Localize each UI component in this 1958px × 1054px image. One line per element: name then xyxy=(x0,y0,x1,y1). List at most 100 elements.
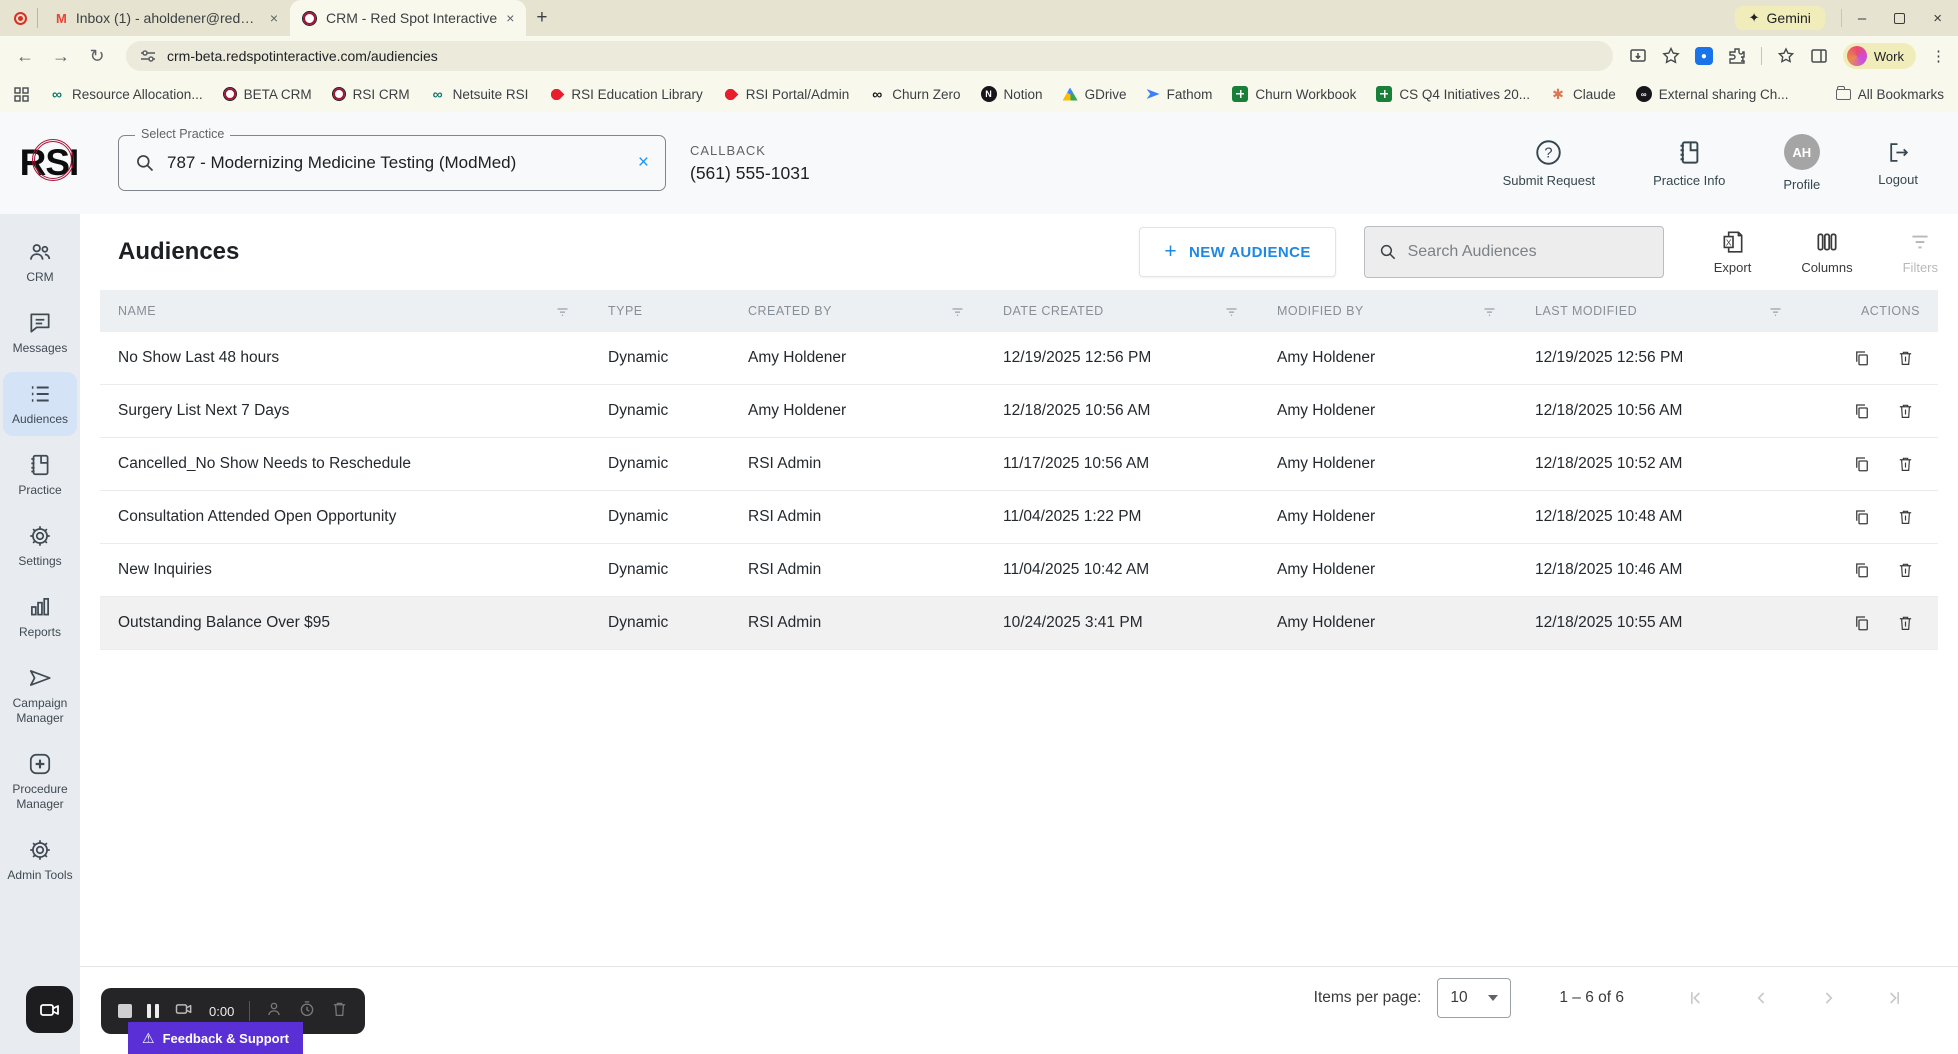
duplicate-icon[interactable] xyxy=(1853,455,1871,473)
browser-menu-icon[interactable]: ⋮ xyxy=(1931,47,1946,65)
filter-modified-by-icon[interactable] xyxy=(1482,304,1497,319)
bookmark-rsi-education-library[interactable]: RSI Education Library xyxy=(548,86,702,102)
bookmark-rsi-portal-admin[interactable]: RSI Portal/Admin xyxy=(723,86,850,102)
search-audiences-input[interactable] xyxy=(1407,243,1649,261)
reload-button[interactable]: ↻ xyxy=(84,46,110,67)
feedback-support-button[interactable]: ⚠ Feedback & Support xyxy=(128,1022,303,1054)
trash-icon[interactable] xyxy=(1897,508,1914,526)
bookmark-rsi-crm[interactable]: RSI CRM xyxy=(331,87,410,102)
extensions-puzzle-icon[interactable] xyxy=(1728,47,1746,65)
search-audiences-box[interactable] xyxy=(1363,226,1664,278)
url-text[interactable]: crm-beta.redspotinteractive.com/audienci… xyxy=(167,48,438,64)
window-minimize-button[interactable]: – xyxy=(1858,10,1866,27)
sidebar-item-audiences[interactable]: Audiences xyxy=(3,372,77,436)
duplicate-icon[interactable] xyxy=(1853,349,1871,367)
bookmark-notion[interactable]: N Notion xyxy=(980,86,1043,102)
table-row[interactable]: Surgery List Next 7 Days Dynamic Amy Hol… xyxy=(100,385,1938,438)
cell-name[interactable]: Surgery List Next 7 Days xyxy=(118,402,608,420)
filter-last-modified-icon[interactable] xyxy=(1768,304,1783,319)
cell-name[interactable]: Outstanding Balance Over $95 xyxy=(118,614,608,632)
table-row[interactable]: New Inquiries Dynamic RSI Admin 11/04/20… xyxy=(100,544,1938,597)
practice-info-button[interactable]: Practice Info xyxy=(1653,139,1725,188)
tab-crm-active[interactable]: CRM - Red Spot Interactive × xyxy=(290,0,527,36)
side-panel-icon[interactable] xyxy=(1810,47,1828,65)
table-row[interactable]: Outstanding Balance Over $95 Dynamic RSI… xyxy=(100,597,1938,650)
all-bookmarks-button[interactable]: All Bookmarks xyxy=(1835,85,1944,102)
bookmark-churn-zero[interactable]: Churn Zero xyxy=(869,86,960,102)
columns-button[interactable]: Columns xyxy=(1801,229,1853,275)
bookmark-netsuite-rsi[interactable]: Netsuite RSI xyxy=(430,86,529,102)
table-row[interactable]: Consultation Attended Open Opportunity D… xyxy=(100,491,1938,544)
cell-name[interactable]: No Show Last 48 hours xyxy=(118,349,608,367)
sidebar-item-admin-tools[interactable]: Admin Tools xyxy=(3,828,77,892)
sidebar-item-settings[interactable]: Settings xyxy=(3,514,77,578)
trash-icon[interactable] xyxy=(1897,402,1914,420)
select-practice-value[interactable]: 787 - Modernizing Medicine Testing (ModM… xyxy=(167,153,516,173)
clear-practice-icon[interactable]: × xyxy=(638,152,649,174)
last-page-button[interactable] xyxy=(1884,988,1904,1008)
bookmark-beta-crm[interactable]: BETA CRM xyxy=(222,87,312,102)
next-page-button[interactable] xyxy=(1818,988,1838,1008)
filter-date-created-icon[interactable] xyxy=(1224,304,1239,319)
cell-name[interactable]: Consultation Attended Open Opportunity xyxy=(118,508,608,526)
trash-icon[interactable] xyxy=(1897,455,1914,473)
pause-recording-icon[interactable] xyxy=(147,1004,159,1018)
sidebar-item-practice[interactable]: Practice xyxy=(3,443,77,507)
sidebar-item-procedure-manager[interactable]: Procedure Manager xyxy=(3,742,77,821)
logout-button[interactable]: Logout xyxy=(1878,140,1918,187)
filter-created-by-icon[interactable] xyxy=(950,304,965,319)
bookmark-fathom[interactable]: Fathom xyxy=(1146,87,1212,102)
tab-inbox[interactable]: M Inbox (1) - aholdener@redspot × xyxy=(44,0,290,36)
first-page-button[interactable] xyxy=(1686,988,1706,1008)
tab-close-icon[interactable]: × xyxy=(270,10,278,26)
table-row[interactable]: No Show Last 48 hours Dynamic Amy Holden… xyxy=(100,332,1938,385)
duplicate-icon[interactable] xyxy=(1853,614,1871,632)
window-close-button[interactable]: × xyxy=(1933,10,1942,27)
window-maximize-button[interactable] xyxy=(1894,12,1906,24)
video-camera-icon[interactable] xyxy=(174,999,194,1024)
trash-icon[interactable] xyxy=(1897,349,1914,367)
participants-icon[interactable] xyxy=(265,1000,283,1023)
duplicate-icon[interactable] xyxy=(1853,508,1871,526)
address-bar[interactable]: crm-beta.redspotinteractive.com/audienci… xyxy=(126,41,1613,71)
bookmark-cs-q4-initiatives[interactable]: CS Q4 Initiatives 20... xyxy=(1376,86,1530,102)
submit-request-button[interactable]: ? Submit Request xyxy=(1503,139,1595,188)
bookmark-resource-allocation[interactable]: Resource Allocation... xyxy=(49,86,203,102)
sidebar-item-crm[interactable]: CRM xyxy=(3,230,77,294)
cell-name[interactable]: New Inquiries xyxy=(118,561,608,579)
bookmark-churn-workbook[interactable]: Churn Workbook xyxy=(1232,86,1356,102)
new-audience-button[interactable]: + NEW AUDIENCE xyxy=(1139,227,1336,277)
export-button[interactable]: X Export xyxy=(1714,229,1751,275)
page-size-select[interactable]: 10 xyxy=(1437,977,1512,1018)
bookmark-star-icon[interactable] xyxy=(1662,47,1680,65)
profile-button[interactable]: AH Profile xyxy=(1783,134,1820,192)
select-practice-field[interactable]: Select Practice 787 - Modernizing Medici… xyxy=(118,127,666,191)
table-row[interactable]: Cancelled_No Show Needs to Reschedule Dy… xyxy=(100,438,1938,491)
sidebar-item-messages[interactable]: Messages xyxy=(3,301,77,365)
sidebar-item-reports[interactable]: Reports xyxy=(3,585,77,649)
cell-name[interactable]: Cancelled_No Show Needs to Reschedule xyxy=(118,455,608,473)
tab-close-icon[interactable]: × xyxy=(506,10,514,26)
profile-chip[interactable]: Work xyxy=(1842,43,1916,69)
duplicate-icon[interactable] xyxy=(1853,402,1871,420)
previous-page-button[interactable] xyxy=(1752,988,1772,1008)
bookmark-external-sharing[interactable]: External sharing Ch... xyxy=(1635,86,1789,102)
camera-bubble-button[interactable] xyxy=(26,986,73,1033)
send-to-device-icon[interactable] xyxy=(1629,47,1647,65)
apps-grid-icon[interactable] xyxy=(14,86,29,102)
trash-icon[interactable] xyxy=(1897,614,1914,632)
sidebar-item-campaign-manager[interactable]: Campaign Manager xyxy=(3,656,77,735)
trash-icon[interactable] xyxy=(1897,561,1914,579)
pinned-extension-icon[interactable]: ● xyxy=(1694,47,1713,65)
bookmark-claude[interactable]: Claude xyxy=(1550,86,1616,102)
timer-icon[interactable] xyxy=(298,1000,316,1023)
discard-recording-icon[interactable] xyxy=(331,1000,348,1023)
gemini-button[interactable]: ✦ Gemini xyxy=(1734,6,1825,30)
bookmark-gdrive[interactable]: GDrive xyxy=(1062,87,1127,102)
back-button[interactable]: ← xyxy=(12,46,38,67)
duplicate-icon[interactable] xyxy=(1853,561,1871,579)
forward-button[interactable]: → xyxy=(48,46,74,67)
filter-name-icon[interactable] xyxy=(555,304,570,319)
filters-button[interactable]: Filters xyxy=(1903,229,1938,275)
favorites-star-icon[interactable] xyxy=(1777,47,1795,65)
